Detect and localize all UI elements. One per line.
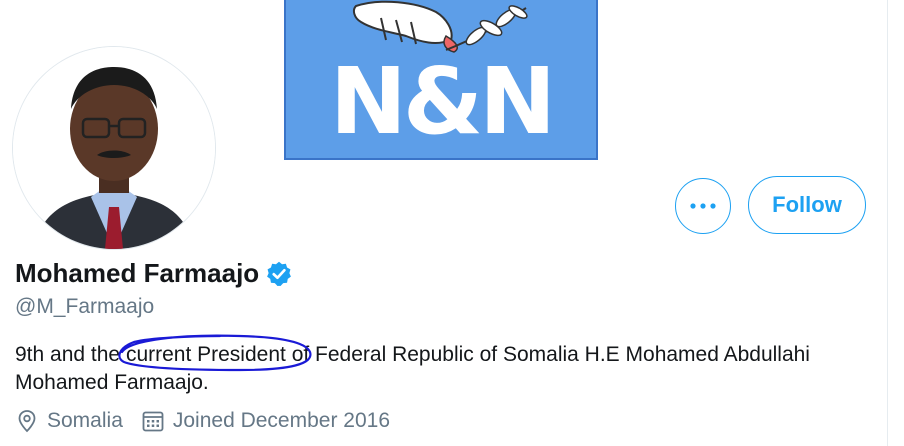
joined-date-text: Joined December 2016 (172, 409, 391, 432)
follow-button[interactable]: Follow (748, 176, 866, 234)
more-options-button[interactable] (675, 178, 731, 234)
profile-name-row: Mohamed Farmaajo (15, 258, 293, 289)
bio-text-start: 9th and the (15, 343, 126, 366)
profile-meta: Somalia Joined December 2016 (15, 409, 408, 433)
bio-highlighted-phrase: current President (125, 343, 286, 366)
verified-badge-icon (267, 261, 292, 286)
location-pin-icon (18, 410, 36, 433)
profile-name: Mohamed Farmaajo (15, 258, 260, 288)
more-dots-icon (690, 203, 716, 209)
calendar-icon (142, 411, 164, 432)
joined-item: Joined December 2016 (141, 409, 390, 433)
banner-logo-text: N&N (329, 48, 556, 155)
column-divider (887, 0, 888, 446)
location-text: Somalia (47, 409, 123, 432)
profile-bio: 9th and the current President of Federal… (15, 341, 885, 397)
header-banner-image[interactable]: N&N (284, 0, 598, 160)
profile-avatar[interactable] (13, 47, 215, 249)
location-item: Somalia (15, 409, 123, 433)
profile-handle: @M_Farmaajo (15, 295, 155, 318)
